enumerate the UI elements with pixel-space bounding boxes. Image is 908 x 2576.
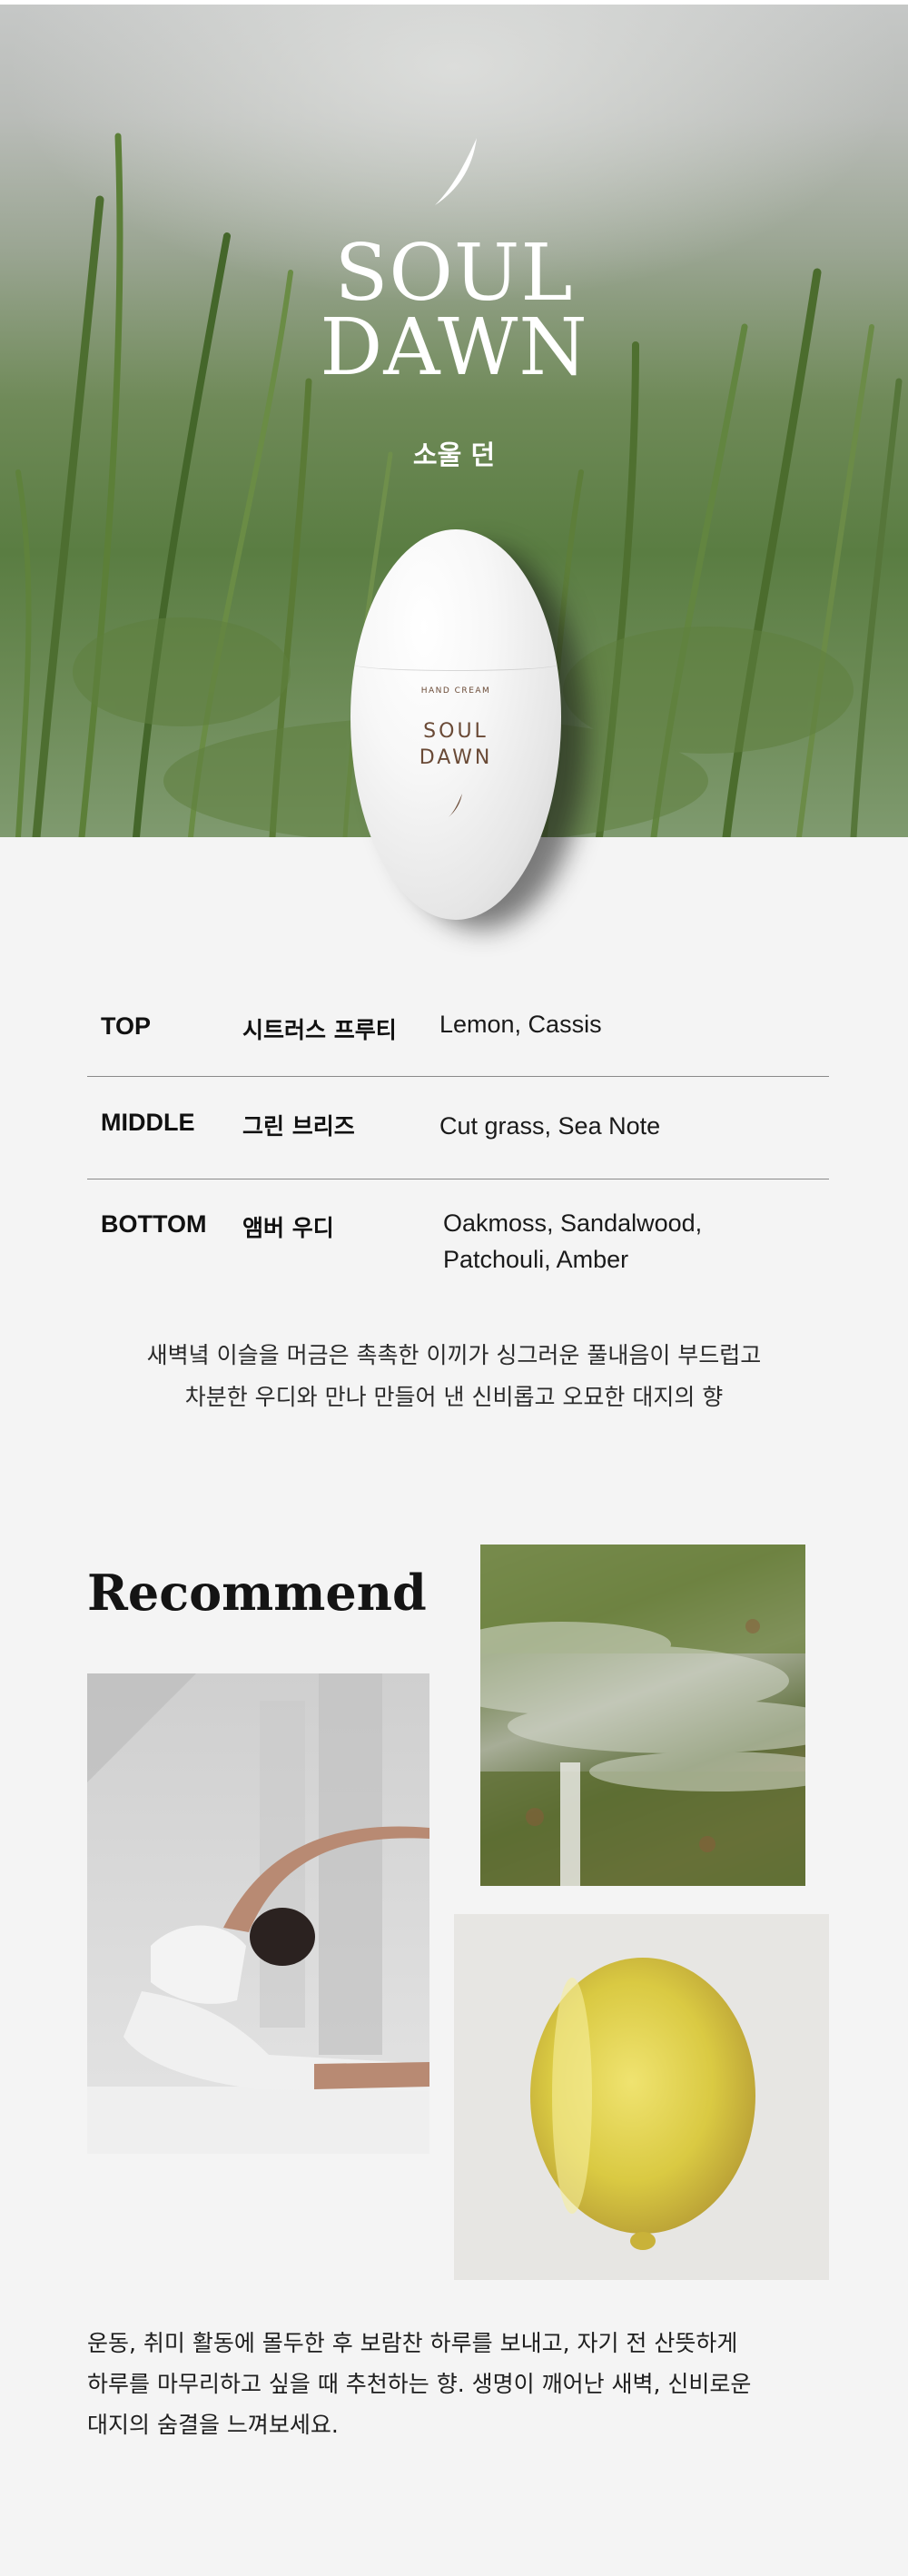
- recommend-heading: Recommend: [87, 1564, 427, 1622]
- product-bottle-image: HAND CREAM SOUL DAWN: [350, 529, 587, 929]
- note-tier: BOTTOM: [101, 1210, 207, 1238]
- note-korean: 앰버 우디: [242, 1215, 334, 1241]
- top-border: [0, 0, 908, 5]
- note-english: Oakmoss, Sandalwood, Patchouli, Amber: [443, 1205, 806, 1278]
- bottle-cap-seam: [354, 658, 558, 671]
- scent-description: 새벽녘 이슬을 머금은 촉촉한 이끼가 싱그러운 풀내음이 부드럽고 차분한 우…: [0, 1335, 908, 1418]
- note-row-top: TOP 시트러스 프루티 Lemon, Cassis: [87, 990, 829, 1077]
- mist-forest-photo: [480, 1545, 805, 1886]
- closing-line2: 하루를 마무리하고 싶을 때 추천하는 향. 생명이 깨어난 새벽, 신비로운: [87, 2371, 752, 2397]
- bottle-sub-label: HAND CREAM: [420, 686, 491, 696]
- bottle-name-label: SOUL DAWN: [350, 718, 561, 771]
- fragrance-notes-table: TOP 시트러스 프루티 Lemon, Cassis MIDDLE 그린 브리즈…: [87, 990, 829, 1298]
- note-english: Lemon, Cassis: [439, 1011, 602, 1038]
- note-korean: 그린 브리즈: [242, 1113, 355, 1140]
- note-row-middle: MIDDLE 그린 브리즈 Cut grass, Sea Note: [87, 1077, 829, 1179]
- note-tier: TOP: [101, 1012, 152, 1040]
- scent-description-line1: 새벽녘 이슬을 머금은 촉촉한 이끼가 싱그러운 풀내음이 부드럽고: [146, 1342, 762, 1368]
- note-row-bottom: BOTTOM 앰버 우디 Oakmoss, Sandalwood, Patcho…: [87, 1179, 829, 1298]
- yoga-stretch-photo: [87, 1673, 429, 2154]
- closing-line3: 대지의 숨결을 느껴보세요.: [87, 2412, 339, 2438]
- closing-description: 운동, 취미 활동에 몰두한 후 보람찬 하루를 보내고, 자기 전 산뜻하게 …: [87, 2323, 841, 2445]
- brand-title: SOUL DAWN: [0, 228, 908, 393]
- brand-title-line1: SOUL: [334, 228, 574, 319]
- note-english-line2: Patchouli, Amber: [443, 1246, 629, 1273]
- scent-description-line2: 차분한 우디와 만나 만들어 낸 신비롭고 오묘한 대지의 향: [184, 1384, 724, 1410]
- bottle-logo-mark: [449, 794, 462, 817]
- note-english: Cut grass, Sea Note: [439, 1112, 661, 1140]
- bottle-name-line1: SOUL: [423, 720, 489, 743]
- closing-line1: 운동, 취미 활동에 몰두한 후 보람찬 하루를 보내고, 자기 전 산뜻하게: [87, 2330, 738, 2356]
- note-tier: MIDDLE: [101, 1109, 195, 1136]
- brand-title-line2: DAWN: [320, 302, 588, 393]
- brand-korean-name: 소울 던: [412, 439, 496, 470]
- note-korean: 시트러스 프루티: [242, 1017, 397, 1043]
- mist-forest-illustration: [480, 1545, 805, 1886]
- note-english-line1: Oakmoss, Sandalwood,: [443, 1209, 703, 1237]
- yoga-stretch-illustration: [87, 1673, 429, 2154]
- lemon-photo: [454, 1914, 829, 2280]
- lemon-illustration: [530, 1958, 755, 2250]
- brand-logo-mark: [435, 138, 477, 205]
- bottle-name-line2: DAWN: [419, 746, 493, 769]
